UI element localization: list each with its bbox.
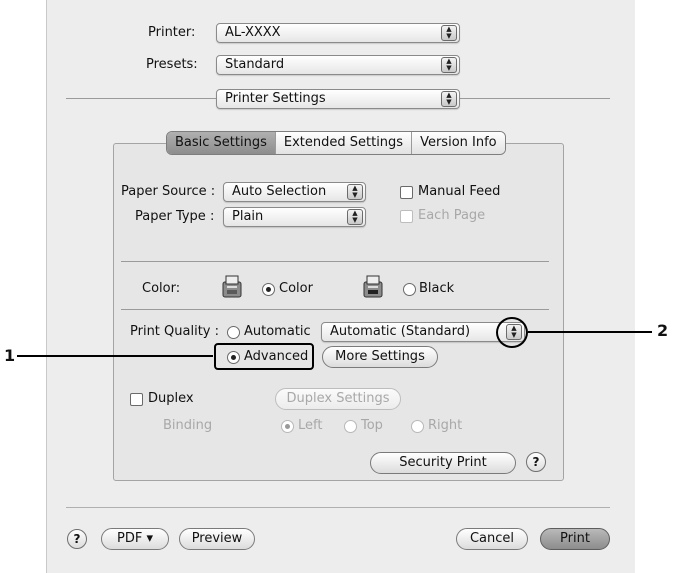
pdf-menu-button[interactable]: PDF ▾: [101, 528, 169, 550]
binding-right-label: Right: [428, 418, 463, 433]
tab-basic-settings[interactable]: Basic Settings: [167, 132, 276, 154]
paper-source-label: Paper Source :: [121, 184, 216, 199]
tab-bar: Basic Settings Extended Settings Version…: [166, 131, 506, 155]
paper-type-label: Paper Type :: [135, 209, 215, 224]
panel-separator-right: [460, 98, 610, 99]
printer-label: Printer:: [148, 25, 196, 40]
automatic-label: Automatic: [244, 324, 311, 339]
automatic-radio[interactable]: [227, 326, 240, 339]
group-divider-1: [121, 261, 549, 262]
presets-value: Standard: [225, 57, 285, 72]
black-option-label: Black: [419, 281, 455, 296]
popup-arrows-icon: ▲ ▼: [441, 91, 457, 107]
quality-mode-value: Automatic (Standard): [330, 324, 471, 339]
manual-feed-label: Manual Feed: [418, 184, 501, 199]
callout-1-label: 1: [4, 346, 16, 365]
printer-popup[interactable]: AL-XXXX ▲ ▼: [216, 23, 460, 43]
callout-1-box: [214, 343, 314, 370]
each-page-label: Each Page: [418, 208, 486, 223]
color-option-label: Color: [279, 281, 313, 296]
panel-separator-left: [66, 98, 216, 99]
presets-label: Presets:: [146, 57, 198, 72]
duplex-checkbox[interactable]: [130, 393, 143, 406]
popup-arrows-icon: ▲ ▼: [441, 25, 457, 41]
paper-source-popup[interactable]: Auto Selection ▲ ▼: [223, 182, 366, 202]
security-print-button[interactable]: Security Print: [370, 452, 516, 474]
binding-right-radio[interactable]: [411, 420, 424, 433]
tab-extended-settings[interactable]: Extended Settings: [275, 132, 413, 154]
binding-left-radio[interactable]: [281, 420, 294, 433]
popup-arrows-icon: ▲ ▼: [347, 209, 363, 225]
callout-2-line: [528, 331, 652, 333]
quality-mode-popup[interactable]: Automatic (Standard) ▲ ▼: [321, 322, 525, 342]
popup-arrows-icon: ▲ ▼: [441, 57, 457, 73]
group-divider-2: [121, 309, 549, 310]
preview-button[interactable]: Preview: [179, 528, 255, 550]
popup-arrows-icon: ▲ ▼: [347, 184, 363, 200]
presets-popup[interactable]: Standard ▲ ▼: [216, 55, 460, 75]
duplex-label: Duplex: [148, 391, 194, 406]
black-printer-icon: [363, 275, 383, 298]
cancel-button[interactable]: Cancel: [456, 528, 528, 550]
help-icon[interactable]: ?: [67, 529, 87, 549]
binding-label: Binding: [163, 418, 213, 433]
print-button[interactable]: Print: [540, 528, 610, 550]
black-radio[interactable]: [403, 283, 416, 296]
callout-1-line: [17, 355, 213, 357]
binding-top-radio[interactable]: [344, 420, 357, 433]
tab-version-info[interactable]: Version Info: [412, 132, 505, 154]
duplex-settings-button[interactable]: Duplex Settings: [275, 388, 401, 410]
panel-value: Printer Settings: [225, 91, 326, 106]
binding-top-label: Top: [361, 418, 383, 433]
color-printer-icon: [222, 275, 242, 298]
footer-separator: [66, 507, 610, 508]
binding-left-label: Left: [298, 418, 323, 433]
more-settings-button[interactable]: More Settings: [322, 346, 438, 368]
paper-type-value: Plain: [232, 209, 264, 224]
printer-value: AL-XXXX: [225, 25, 281, 40]
color-radio[interactable]: [262, 283, 275, 296]
callout-2-circle: [496, 317, 528, 348]
each-page-checkbox[interactable]: [400, 210, 413, 223]
panel-popup[interactable]: Printer Settings ▲ ▼: [216, 89, 460, 109]
callout-2-label: 2: [657, 321, 669, 340]
manual-feed-checkbox[interactable]: [400, 186, 413, 199]
color-label: Color:: [142, 281, 181, 296]
security-help-icon[interactable]: ?: [526, 452, 546, 472]
paper-type-popup[interactable]: Plain ▲ ▼: [223, 207, 366, 227]
print-quality-label: Print Quality :: [130, 324, 220, 339]
paper-source-value: Auto Selection: [232, 184, 327, 199]
